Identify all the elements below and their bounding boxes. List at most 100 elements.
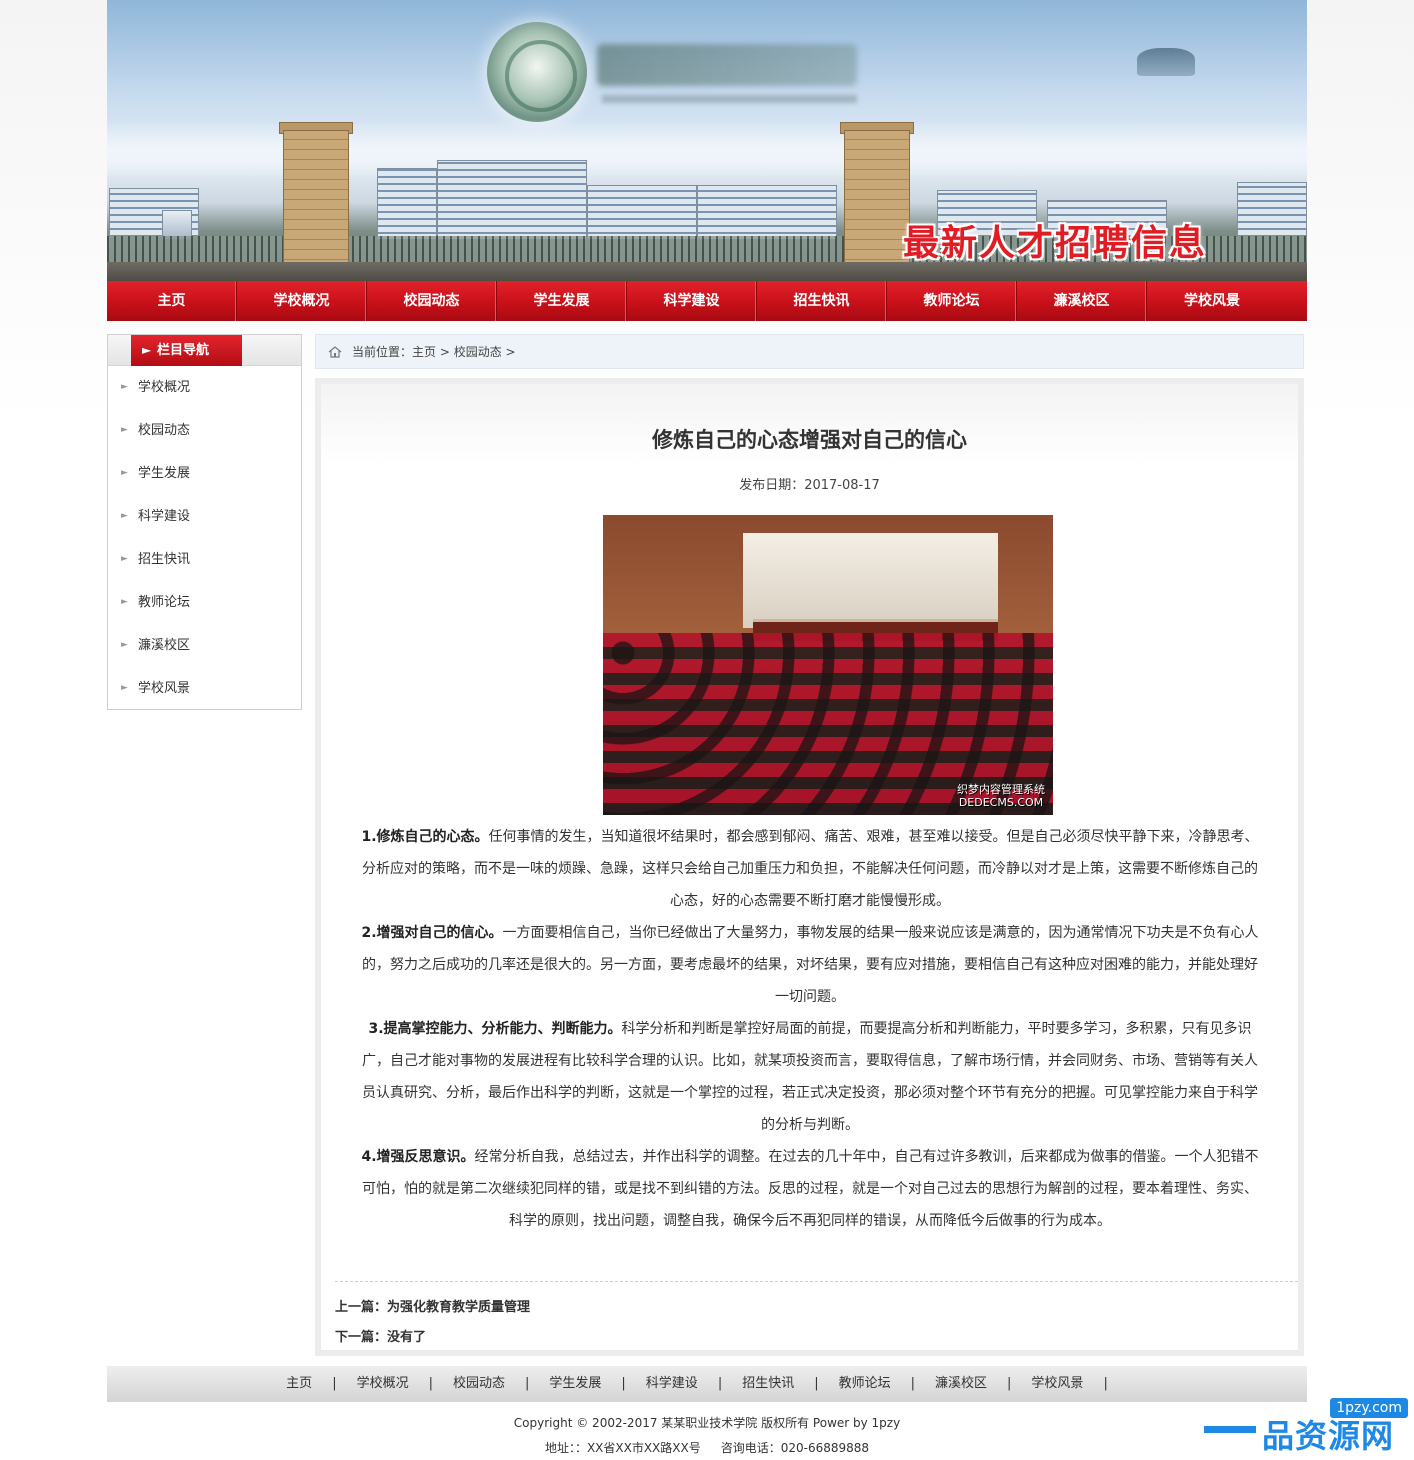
school-logo-subline <box>602 95 857 103</box>
bullet-icon: ► <box>121 640 128 650</box>
footer-separator: | <box>525 1376 530 1391</box>
sidebar-item-scenery[interactable]: ► 学校风景 <box>108 667 301 710</box>
watermark-url: 1pzy.com <box>1330 1398 1408 1418</box>
article-paragraph: 1.修炼自己的心态。任何事情的发生，当知道很坏结果时，都会感到郁闷、痛苦、艰难，… <box>361 821 1259 917</box>
sidebar-title-tab: ► 栏目导航 <box>131 335 242 366</box>
sidebar-list: ► 学校概况 ► 校园动态 ► 学生发展 ► 科学建设 ► 招生快讯 ► 教师论坛 ► 濂溪校… <box>108 366 301 710</box>
site-watermark: 1pzy.com 品资源网 <box>1198 1398 1412 1458</box>
sidebar-title: 栏目导航 <box>157 343 210 358</box>
school-logo-emblem <box>487 22 587 122</box>
footer-separator: | <box>1007 1376 1012 1391</box>
nav-item-student-development[interactable]: 学生发展 <box>497 281 627 321</box>
bullet-icon: ► <box>121 511 128 521</box>
paragraph-heading: 3.提高掌控能力、分析能力、判断能力。 <box>368 1021 622 1037</box>
article-panel: 修炼自己的心态增强对自己的信心 发布日期：2017-08-17 织梦内容管理系统… <box>315 378 1304 1356</box>
next-article: 下一篇：没有了 <box>335 1326 426 1345</box>
prev-article-link[interactable]: 为强化教育教学质量管理 <box>387 1300 530 1315</box>
bullet-icon: ► <box>121 597 128 607</box>
sidebar-item-label: 科学建设 <box>138 509 191 524</box>
article-paragraph: 4.增强反思意识。经常分析自我，总结过去，并作出科学的调整。在过去的几十年中，自… <box>361 1141 1259 1237</box>
footer-separator: | <box>814 1376 819 1391</box>
paragraph-heading: 1.修炼自己的心态。 <box>361 829 489 845</box>
sidebar-item-label: 学生发展 <box>138 466 191 481</box>
article-photo: 织梦内容管理系统 DEDECMS.COM <box>603 515 1053 815</box>
photo-watermark-line: 织梦内容管理系统 <box>957 783 1045 796</box>
sidebar-item-label: 学校概况 <box>138 380 191 395</box>
footer-link-overview[interactable]: 学校概况 <box>357 1376 409 1391</box>
main-nav: 主页 学校概况 校园动态 学生发展 科学建设 招生快讯 教师论坛 濂溪校区 学校… <box>107 281 1307 321</box>
sidebar-header: ► 栏目导航 <box>108 335 301 366</box>
banner-building <box>437 160 587 240</box>
nav-item-scenery[interactable]: 学校风景 <box>1147 281 1277 321</box>
paragraph-heading: 4.增强反思意识。 <box>361 1149 475 1165</box>
prev-article-label: 上一篇： <box>335 1300 388 1315</box>
home-icon <box>328 346 342 358</box>
bullet-icon: ► <box>121 468 128 478</box>
next-article-value: 没有了 <box>387 1330 427 1345</box>
breadcrumb-separator: > <box>501 345 516 359</box>
bullet-icon: ► <box>121 683 128 693</box>
banner-building <box>377 168 437 240</box>
photo-watermark: 织梦内容管理系统 DEDECMS.COM <box>957 783 1045 809</box>
sidebar-item-campus-news[interactable]: ► 校园动态 <box>108 409 301 452</box>
breadcrumb-section-link[interactable]: 校园动态 <box>454 345 502 359</box>
footer-link-lianxi-campus[interactable]: 濂溪校区 <box>935 1376 987 1391</box>
footer-link-science[interactable]: 科学建设 <box>646 1376 698 1391</box>
banner-building <box>587 185 697 240</box>
banner-island-pavilion <box>1137 48 1195 76</box>
paragraph-text: 科学分析和判断是掌控好局面的前提，而要提高分析和判断能力，平时要多学习，多积累，… <box>362 1021 1258 1133</box>
sidebar-item-student-development[interactable]: ► 学生发展 <box>108 452 301 495</box>
breadcrumb-home-link[interactable]: 主页 <box>412 345 436 359</box>
sidebar-item-label: 教师论坛 <box>138 595 191 610</box>
footer-address: 地址：：XX省XX市XX路XX号 <box>544 1441 701 1455</box>
sidebar-item-label: 校园动态 <box>138 423 191 438</box>
nav-item-lianxi-campus[interactable]: 濂溪校区 <box>1017 281 1147 321</box>
page-wrapper: 最新人才招聘信息 主页 学校概况 校园动态 学生发展 科学建设 招生快讯 教师论… <box>107 0 1307 1455</box>
footer-separator: | <box>332 1376 337 1391</box>
gate-pillar-left <box>283 130 349 270</box>
footer-phone: 咨询电话：020-66889888 <box>720 1441 870 1455</box>
sidebar-item-overview[interactable]: ► 学校概况 <box>108 366 301 409</box>
banner-building <box>697 185 837 240</box>
sidebar-item-label: 濂溪校区 <box>138 638 191 653</box>
photo-hall-wall <box>743 533 998 628</box>
nav-item-admissions[interactable]: 招生快讯 <box>757 281 887 321</box>
breadcrumb-prefix: 当前位置： <box>352 345 413 359</box>
article-title: 修炼自己的心态增强对自己的信心 <box>652 428 967 452</box>
photo-watermark-line: DEDECMS.COM <box>958 796 1044 809</box>
footer-separator: | <box>621 1376 626 1391</box>
article-divider <box>335 1281 1298 1282</box>
footer-contact: 地址：：XX省XX市XX路XX号 咨询电话：020-66889888 <box>107 1439 1307 1456</box>
breadcrumb: 当前位置：主页 > 校园动态 > <box>315 334 1304 369</box>
bullet-icon: ► <box>121 425 128 435</box>
nav-item-campus-news[interactable]: 校园动态 <box>367 281 497 321</box>
watermark-name: 品资源网 <box>1262 1417 1395 1455</box>
nav-item-home[interactable]: 主页 <box>107 281 237 321</box>
sidebar-item-label: 招生快讯 <box>138 552 191 567</box>
watermark-dash <box>1204 1426 1256 1433</box>
nav-item-teacher-forum[interactable]: 教师论坛 <box>887 281 1017 321</box>
article-date: 发布日期：2017-08-17 <box>739 478 880 493</box>
sidebar-item-lianxi-campus[interactable]: ► 濂溪校区 <box>108 624 301 667</box>
next-article-label: 下一篇： <box>335 1330 388 1345</box>
sidebar-item-admissions[interactable]: ► 招生快讯 <box>108 538 301 581</box>
bullet-icon: ► <box>121 382 128 392</box>
footer-link-home[interactable]: 主页 <box>286 1376 312 1391</box>
paragraph-text: 任何事情的发生，当知道很坏结果时，都会感到郁闷、痛苦、艰难，甚至难以接受。但是自… <box>362 829 1259 909</box>
footer-copyright: Copyright © 2002-2017 某某职业技术学院 版权所有 Powe… <box>513 1416 901 1430</box>
footer-separator: | <box>428 1376 433 1391</box>
footer-link-teacher-forum[interactable]: 教师论坛 <box>839 1376 891 1391</box>
footer-link-campus-news[interactable]: 校园动态 <box>453 1376 505 1391</box>
nav-item-science[interactable]: 科学建设 <box>627 281 757 321</box>
sidebar-item-science[interactable]: ► 科学建设 <box>108 495 301 538</box>
arrow-right-icon: ► <box>142 343 152 357</box>
footer-link-admissions[interactable]: 招生快讯 <box>742 1376 794 1391</box>
school-logo-wordmark <box>597 44 857 86</box>
gate-pillar-right <box>844 130 910 270</box>
sidebar-item-teacher-forum[interactable]: ► 教师论坛 <box>108 581 301 624</box>
footer-separator: | <box>717 1376 723 1391</box>
footer-link-scenery[interactable]: 学校风景 <box>1031 1376 1083 1391</box>
nav-item-overview[interactable]: 学校概况 <box>237 281 367 321</box>
footer-link-student-development[interactable]: 学生发展 <box>549 1376 601 1391</box>
recruitment-slogan[interactable]: 最新人才招聘信息 <box>903 222 1255 266</box>
